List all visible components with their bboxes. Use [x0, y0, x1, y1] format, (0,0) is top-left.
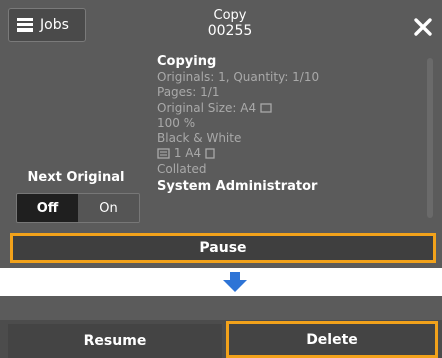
pause-button[interactable]: Pause [10, 233, 436, 263]
jobs-button-label: Jobs [40, 17, 69, 33]
original-size: Original Size: A4 [157, 100, 257, 115]
portrait-page-icon [260, 103, 272, 113]
job-number: 00255 [207, 23, 253, 39]
job-type: Copy [213, 8, 247, 23]
paper-tray-icon [157, 148, 170, 160]
delete-button[interactable]: Delete [226, 321, 438, 358]
next-original-toggle: Off On [16, 193, 140, 223]
magnification: 100 % [157, 115, 196, 130]
collation: Collated [157, 161, 207, 176]
paper-size: 1 A4 [173, 146, 202, 161]
next-original-off-button[interactable]: Off [17, 194, 78, 222]
originals-quantity: Originals: 1, Quantity: 1/10 [157, 70, 320, 84]
resume-button[interactable]: Resume [8, 324, 222, 358]
close-icon [414, 18, 432, 36]
jobs-icon [17, 18, 33, 32]
arrow-down-icon [223, 272, 247, 292]
pages-count: Pages: 1/1 [157, 85, 220, 100]
portrait-page-icon [205, 148, 215, 160]
job-details: Copying Originals: 1, Quantity: 1/10 Pag… [157, 54, 427, 195]
jobs-button[interactable]: Jobs [8, 8, 86, 42]
color-mode: Black & White [157, 131, 242, 146]
job-status-text: Copying [157, 54, 217, 69]
job-owner: System Administrator [157, 179, 318, 195]
next-original-on-button[interactable]: On [78, 194, 139, 222]
paper-row: 1 A4 [157, 146, 427, 161]
details-scrollbar[interactable] [427, 58, 433, 218]
close-button[interactable] [408, 12, 438, 42]
next-original-label: Next Original [27, 170, 125, 185]
job-title: Copy 00255 [160, 8, 300, 40]
original-size-row: Original Size: A4 [157, 101, 427, 116]
